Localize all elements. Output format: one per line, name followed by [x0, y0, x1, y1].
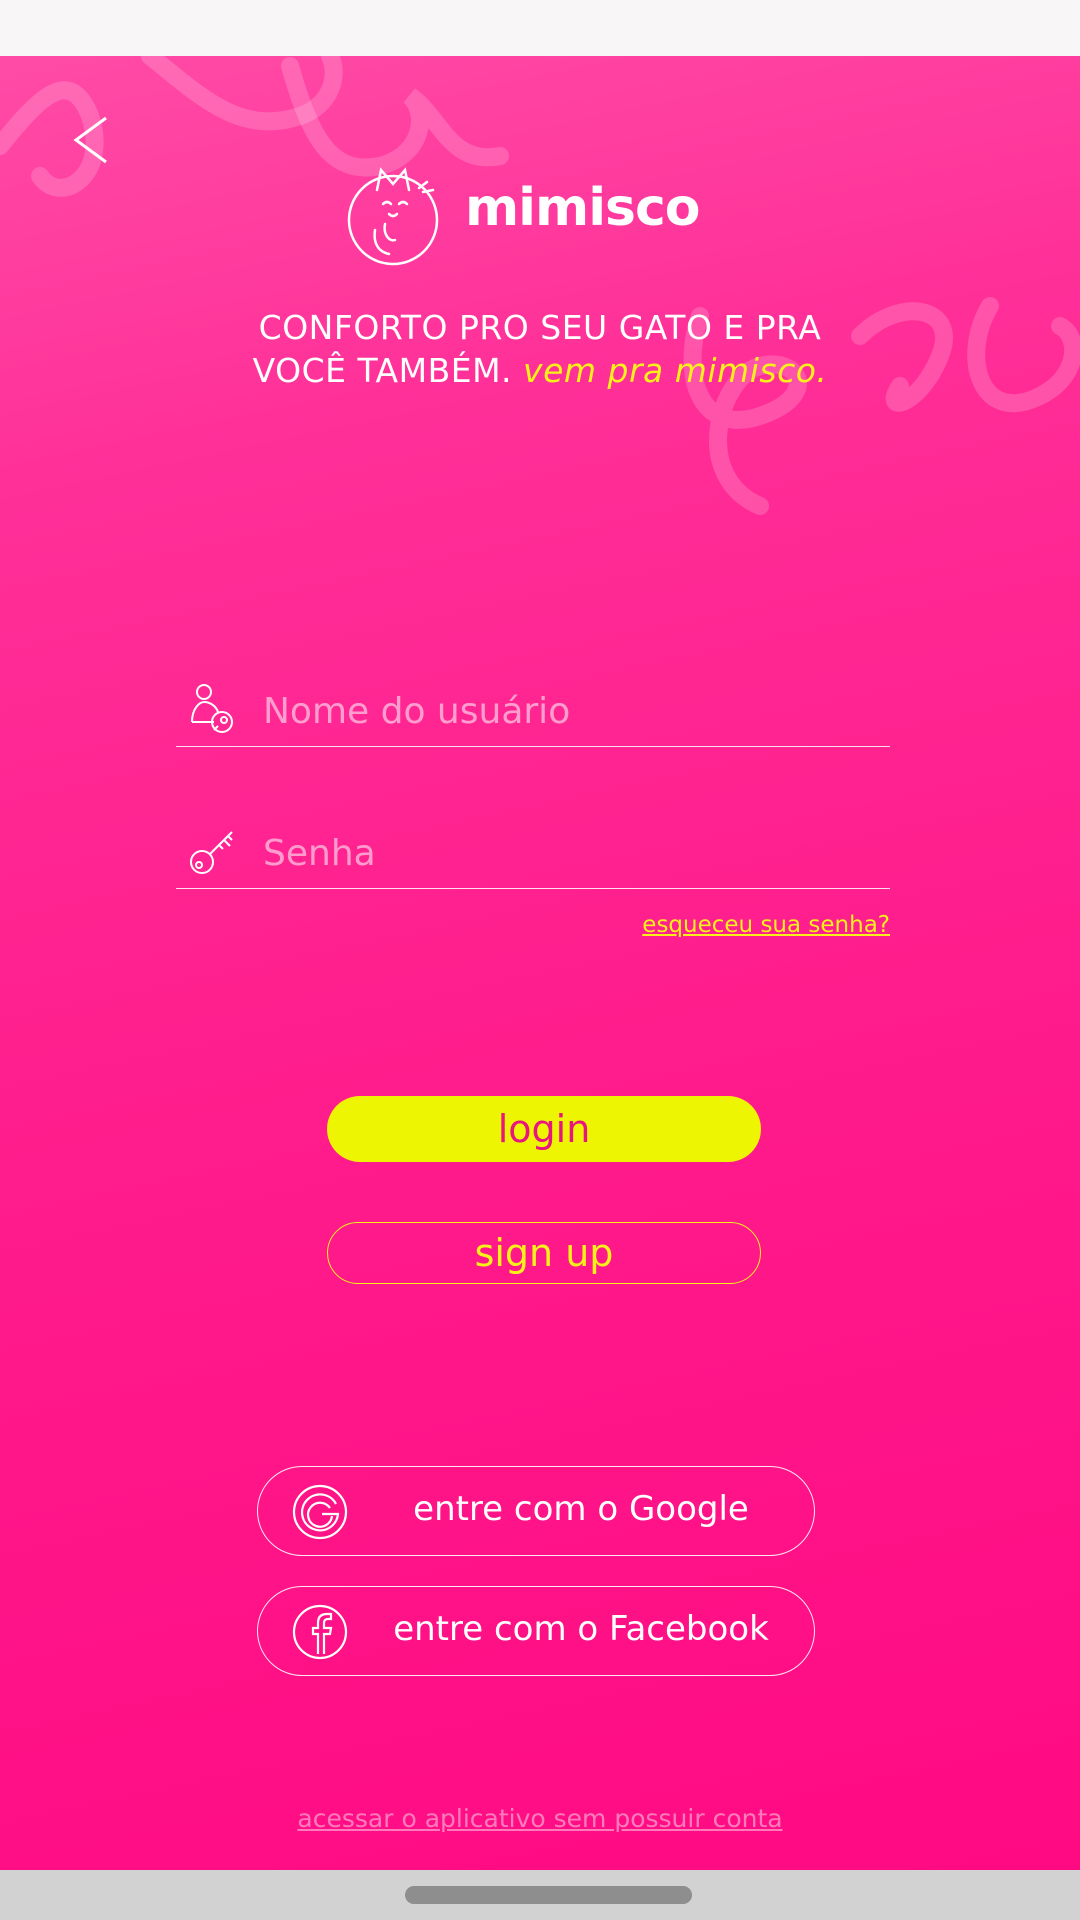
- username-field: [176, 676, 890, 747]
- guest-access-link[interactable]: acessar o aplicativo sem possuir conta: [297, 1804, 782, 1833]
- tagline-line-2-text: VOCÊ TAMBÉM.: [252, 351, 513, 390]
- tagline-accent: vem pra mimisco.: [523, 351, 828, 390]
- password-field: [176, 818, 890, 889]
- mimisco-logo: mimisco: [345, 160, 701, 270]
- google-login-button[interactable]: entre com o Google: [257, 1466, 815, 1556]
- google-icon: [292, 1484, 348, 1540]
- cat-logo-icon: [347, 167, 439, 266]
- home-indicator[interactable]: [405, 1886, 692, 1904]
- guest-access: acessar o aplicativo sem possuir conta: [0, 1804, 1080, 1833]
- tagline-line-2: VOCÊ TAMBÉM. vem pra mimisco.: [140, 349, 940, 392]
- navigation-bar: [0, 1870, 1080, 1920]
- tagline: CONFORTO PRO SEU GATO E PRA VOCÊ TAMBÉM.…: [140, 306, 940, 392]
- key-icon: [190, 831, 233, 874]
- login-screen: mimisco CONFORTO PRO SEU GATO E PRA VOCÊ…: [0, 56, 1080, 1870]
- facebook-login-button[interactable]: entre com o Facebook: [257, 1586, 815, 1676]
- logo-wordmark: mimisco: [465, 178, 701, 238]
- signup-button[interactable]: sign up: [327, 1222, 761, 1284]
- back-button[interactable]: [70, 110, 118, 170]
- forgot-password-link[interactable]: esqueceu sua senha?: [642, 912, 890, 938]
- password-input[interactable]: [261, 826, 865, 880]
- login-button[interactable]: login: [327, 1096, 761, 1162]
- username-input[interactable]: [261, 684, 865, 738]
- tagline-line-1: CONFORTO PRO SEU GATO E PRA: [258, 308, 822, 347]
- user-key-icon: [191, 684, 233, 733]
- status-bar: [0, 0, 1080, 56]
- facebook-icon: [292, 1604, 348, 1660]
- google-login-label: entre com o Google: [413, 1489, 749, 1529]
- facebook-login-label: entre com o Facebook: [393, 1609, 769, 1649]
